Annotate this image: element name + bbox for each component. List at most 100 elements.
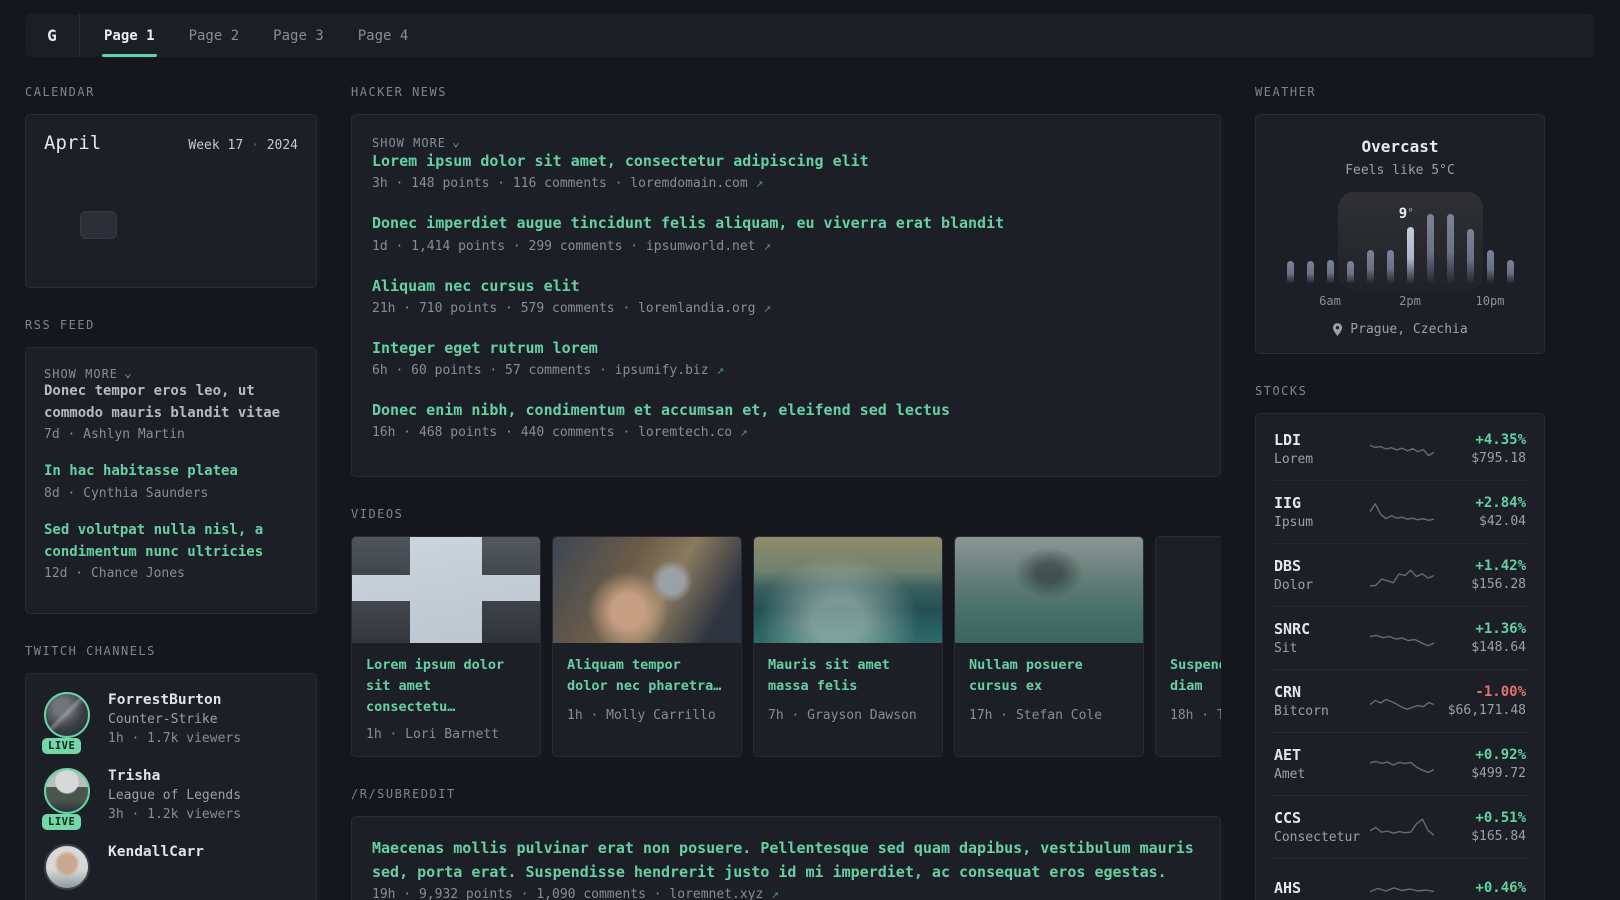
videos-widget: VIDEOS Lorem ipsum dolor sit amet consec… <box>351 507 1221 758</box>
stock-ticker[interactable]: DBS <box>1274 557 1370 575</box>
stock-row[interactable]: DBS Dolor +1.42% $156.28 <box>1272 543 1528 606</box>
stock-sparkline <box>1370 818 1434 836</box>
hackernews-item-title[interactable]: Integer eget rutrum lorem <box>372 337 1200 360</box>
stock-name: Bitcorn <box>1274 704 1329 719</box>
external-link-icon: ↗ <box>763 300 772 316</box>
video-card[interactable]: Lorem ipsum dolor sit amet consectetu… 1… <box>351 536 541 758</box>
live-badge: LIVE <box>42 814 82 831</box>
video-thumbnail[interactable] <box>955 537 1143 644</box>
twitch-channel-row[interactable]: LIVE Trisha League of Legends 3h · 1.2k … <box>42 768 298 831</box>
hackernews-item: Donec enim nibh, condimentum et accumsan… <box>372 399 1200 440</box>
subreddit-post-title[interactable]: Maecenas mollis pulvinar erat non posuer… <box>372 836 1200 884</box>
weather-condition: Overcast <box>1361 137 1439 156</box>
hackernews-item-title[interactable]: Aliquam nec cursus elit <box>372 275 1200 298</box>
stock-change: +0.92% <box>1475 747 1526 763</box>
video-card-body: Aliquam tempor dolor nec pharetra… 1h · … <box>553 643 741 737</box>
video-title[interactable]: Nullam posuere cursus ex <box>969 655 1129 699</box>
subreddit-post-meta: 19h · 9,932 points · 1,090 comments · lo… <box>372 887 1200 900</box>
hackernews-item-meta: 6h · 60 points · 57 comments · ipsumify.… <box>372 363 725 378</box>
stock-ticker[interactable]: IIG <box>1274 494 1370 512</box>
stock-sparkline <box>1370 698 1434 710</box>
hackernews-item-title[interactable]: Donec imperdiet augue tincidunt felis al… <box>372 212 1200 235</box>
video-card[interactable]: Nullam posuere cursus ex 17h · Stefan Co… <box>954 536 1144 758</box>
stock-row[interactable]: IIG Ipsum +2.84% $42.04 <box>1272 480 1528 543</box>
weather-bar <box>1486 249 1494 284</box>
hackernews-card: SHOW MORE ⌄ Lorem ipsum dolor sit amet, c… <box>351 114 1221 478</box>
page-tab[interactable]: Page 3 <box>271 14 326 57</box>
video-title[interactable]: Aliquam tempor dolor nec pharetra… <box>567 655 727 699</box>
twitch-channel-name[interactable]: KendallCarr <box>108 844 204 860</box>
rss-item-title[interactable]: In hac habitasse platea <box>44 461 298 483</box>
stock-price: $156.28 <box>1471 577 1526 592</box>
twitch-channel-game: Counter-Strike <box>108 712 218 728</box>
video-title[interactable]: Suspendisse diam <box>1170 655 1221 699</box>
stock-id: CCS Consectetur <box>1274 809 1370 845</box>
video-title[interactable]: Mauris sit amet massa felis <box>768 655 928 699</box>
page-tab[interactable]: Page 1 <box>102 14 157 57</box>
video-thumbnail[interactable] <box>1156 537 1221 643</box>
stock-row[interactable]: SNRC Sit +1.36% $148.64 <box>1272 606 1528 669</box>
stock-ticker[interactable]: SNRC <box>1274 620 1370 638</box>
external-link-icon: ↗ <box>771 887 779 900</box>
video-card[interactable]: Aliquam tempor dolor nec pharetra… 1h · … <box>552 536 742 758</box>
twitch-channel-row[interactable]: KendallCarr <box>44 844 298 891</box>
calendar-day <box>153 178 189 206</box>
video-title[interactable]: Lorem ipsum dolor sit amet consectetu… <box>366 655 526 718</box>
rss-item-title[interactable]: Sed volutpat nulla nisl, a condimentum n… <box>44 520 298 563</box>
video-card[interactable]: Suspendisse diam 18h · Tara <box>1155 536 1221 758</box>
stock-sparkline <box>1370 634 1434 647</box>
calendar-day <box>262 211 298 239</box>
twitch-channel-row[interactable]: LIVE ForrestBurton Counter-Strike 1h · 1… <box>42 692 298 755</box>
stock-ticker[interactable]: AET <box>1274 746 1370 764</box>
rss-item-title[interactable]: Donec tempor eros leo, ut commodo mauris… <box>44 381 298 424</box>
rss-item: Sed volutpat nulla nisl, a condimentum n… <box>44 520 298 581</box>
stock-id: LDI Lorem <box>1274 431 1370 467</box>
weather-bar <box>1346 261 1354 284</box>
stock-change: +2.84% <box>1475 495 1526 511</box>
video-thumbnail[interactable] <box>754 537 942 644</box>
twitch-channel-name[interactable]: ForrestBurton <box>108 692 241 708</box>
hackernews-item-title[interactable]: Donec enim nibh, condimentum et accumsan… <box>372 399 1200 422</box>
twitch-channel-name[interactable]: Trisha <box>108 768 241 784</box>
stock-price: $795.18 <box>1471 451 1526 466</box>
rss-item-meta: 12d · Chance Jones <box>44 566 185 582</box>
stock-row[interactable]: CCS Consectetur +0.51% $165.84 <box>1272 795 1528 858</box>
weather-bar <box>1446 214 1454 284</box>
stock-row[interactable]: LDI Lorem +4.35% $795.18 <box>1272 418 1528 480</box>
stock-name: Ipsum <box>1274 515 1314 530</box>
stock-row[interactable]: AHS +0.46% <box>1272 858 1528 900</box>
hackernews-item-title[interactable]: Lorem ipsum dolor sit amet, consectetur … <box>372 150 1200 173</box>
hackernews-item: Donec imperdiet augue tincidunt felis al… <box>372 212 1200 253</box>
stock-sparkline <box>1370 444 1434 457</box>
stock-id: DBS Dolor <box>1274 557 1370 593</box>
stock-ticker[interactable]: CCS <box>1274 809 1370 827</box>
calendar-day <box>44 211 80 239</box>
page-tab[interactable]: Page 4 <box>356 14 411 57</box>
video-card[interactable]: Mauris sit amet massa felis 7h · Grayson… <box>753 536 943 758</box>
subreddit-card: Maecenas mollis pulvinar erat non posuer… <box>351 816 1221 900</box>
stock-id: SNRC Sit <box>1274 620 1370 656</box>
stock-row[interactable]: CRN Bitcorn -1.00% $66,171.48 <box>1272 669 1528 732</box>
video-thumbnail[interactable] <box>553 537 741 644</box>
weather-bar <box>1466 229 1474 284</box>
stock-ticker[interactable]: LDI <box>1274 431 1370 449</box>
rss-show-more-button[interactable]: SHOW MORE ⌄ <box>44 367 298 381</box>
calendar-month: April <box>44 132 102 154</box>
stock-ticker[interactable]: AHS <box>1274 879 1370 897</box>
video-thumbnail[interactable] <box>352 537 540 644</box>
app-logo[interactable]: G <box>25 14 79 57</box>
hackernews-item-meta: 16h · 468 points · 440 comments · loremt… <box>372 425 748 441</box>
hackernews-show-more-button[interactable]: SHOW MORE ⌄ <box>372 136 1200 150</box>
weather-location: Prague, Czechia <box>1272 322 1528 337</box>
stock-values: +1.36% $148.64 <box>1434 621 1526 655</box>
stock-ticker[interactable]: CRN <box>1274 683 1370 701</box>
stock-row[interactable]: AET Amet +0.92% $499.72 <box>1272 732 1528 795</box>
twitch-section-title: TWITCH CHANNELS <box>25 644 156 659</box>
stock-sparkline <box>1370 569 1434 587</box>
page-tab[interactable]: Page 2 <box>187 14 242 57</box>
calendar-day <box>262 178 298 206</box>
calendar-day <box>225 211 261 239</box>
twitch-avatar-wrap: LIVE <box>42 692 92 755</box>
rss-item: Donec tempor eros leo, ut commodo mauris… <box>44 381 298 442</box>
weather-bar <box>1326 259 1334 284</box>
